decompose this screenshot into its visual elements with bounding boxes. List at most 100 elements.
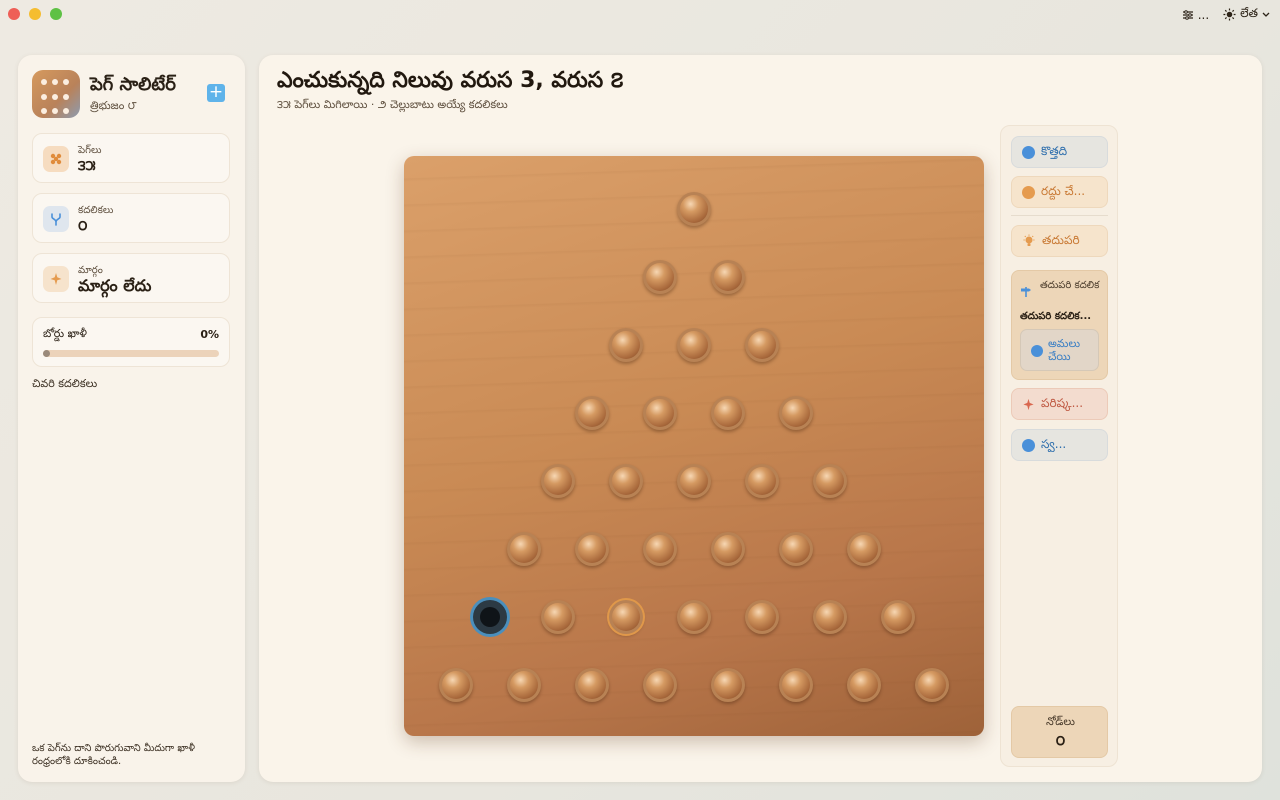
stat-card-pegs: పెగ్‌లు ౩౫ (32, 133, 230, 183)
main-panel: ఎంచుకున్నది నిలువు వరుస 3, వరుస ౭ ౩౫ పెగ… (259, 55, 1262, 782)
stat-label: కదలికలు (78, 205, 114, 216)
peg[interactable] (541, 464, 575, 498)
peg[interactable] (677, 464, 711, 498)
selected-peg[interactable] (609, 600, 643, 634)
peg[interactable] (745, 600, 779, 634)
refresh-icon (1022, 145, 1035, 159)
peg[interactable] (609, 464, 643, 498)
title-bar: ... లేత (0, 0, 1280, 30)
peg[interactable] (881, 600, 915, 634)
solve-button[interactable]: పరిష్క... (1011, 388, 1108, 420)
next-hint-button[interactable]: తదుపరి (1011, 225, 1108, 257)
page-title: ఎంచుకున్నది నిలువు వరుస 3, వరుస ౭ (277, 68, 624, 93)
progress-percent: 0% (200, 328, 219, 341)
peg[interactable] (745, 328, 779, 362)
app-logo-icon (32, 70, 80, 118)
peg[interactable] (677, 328, 711, 362)
stat-card-path: మార్గం మార్గం లేదు (32, 253, 230, 303)
next-move-text: తదుపరి కదలిక... (1020, 311, 1092, 322)
peg[interactable] (677, 192, 711, 226)
solve-label: పరిష్క... (1041, 395, 1084, 410)
stat-label: పెగ్‌లు (78, 145, 102, 156)
tools-panel: కొత్తది రద్దు చే... తదుపరి తదుపరి కదలిక … (1000, 125, 1118, 767)
pegs-icon (43, 146, 69, 172)
peg[interactable] (643, 668, 677, 702)
undo-button[interactable]: రద్దు చే... (1011, 176, 1108, 208)
window-close-button[interactable] (8, 8, 20, 20)
sparkle-icon (1023, 398, 1034, 410)
peg[interactable] (575, 396, 609, 430)
peg[interactable] (711, 532, 745, 566)
peg[interactable] (915, 668, 949, 702)
add-game-button[interactable]: + (207, 84, 225, 102)
sun-icon (1223, 8, 1236, 21)
window-minimize-button[interactable] (29, 8, 41, 20)
peg[interactable] (711, 668, 745, 702)
recent-moves-title: చివరి కదలికలు (32, 377, 98, 390)
board-variant-label: త్రిభుజం ౮ (90, 99, 137, 112)
nodes-card: నోడ్‌లు ౦ (1011, 706, 1108, 758)
stat-card-moves: కదలికలు ౦ (32, 193, 230, 243)
peg[interactable] (847, 532, 881, 566)
play-icon (1022, 438, 1035, 452)
theme-menu-label: లేత (1240, 6, 1258, 20)
peg[interactable] (609, 328, 643, 362)
peg[interactable] (541, 600, 575, 634)
progress-label: బోర్డు ఖాళీ (43, 327, 87, 340)
peg[interactable] (813, 600, 847, 634)
peg[interactable] (677, 600, 711, 634)
divider (1011, 215, 1108, 216)
stat-value: మార్గం లేదు (78, 276, 152, 295)
peg[interactable] (779, 396, 813, 430)
peg[interactable] (847, 668, 881, 702)
peg[interactable] (779, 668, 813, 702)
progress-bar-fill (43, 350, 50, 357)
stat-value: ౩౫ (78, 158, 96, 174)
theme-menu-button[interactable]: లేత (1223, 6, 1270, 23)
chevron-down-icon (1262, 12, 1270, 17)
window-maximize-button[interactable] (50, 8, 62, 20)
peg[interactable] (575, 668, 609, 702)
undo-icon (1022, 185, 1035, 199)
status-subtitle: ౩౫ పెగ్‌లు మిగిలాయి · ౨ చెల్లుబాటు అయ్యే… (277, 98, 508, 111)
arrow-right-circle-icon (1031, 345, 1043, 357)
instructions-text: ఒక పెగ్‌ను దాని పొరుగువాని మీదుగా ఖాళీ ర… (32, 743, 195, 767)
sparkle-icon (43, 266, 69, 292)
peg[interactable] (643, 396, 677, 430)
nodes-value: ౦ (1055, 733, 1066, 749)
next-hint-label: తదుపరి (1042, 232, 1080, 247)
game-board (404, 156, 984, 736)
sidebar: పెగ్ సాలిటేర్ త్రిభుజం ౮ + పెగ్‌లు ౩౫ కద… (18, 55, 245, 782)
sliders-icon (1182, 9, 1193, 20)
new-game-label: కొత్తది (1041, 143, 1068, 158)
peg[interactable] (643, 532, 677, 566)
progress-bar (43, 350, 219, 357)
apply-move-label: అమలు చేయి (1048, 337, 1081, 363)
moves-icon (43, 206, 69, 232)
stat-value: ౦ (78, 218, 88, 234)
new-game-button[interactable]: కొత్తది (1011, 136, 1108, 168)
peg[interactable] (711, 260, 745, 294)
autoplay-button[interactable]: స్వ... (1011, 429, 1108, 461)
peg[interactable] (745, 464, 779, 498)
lightbulb-icon (1023, 234, 1035, 246)
peg[interactable] (813, 464, 847, 498)
settings-menu-button[interactable]: ... (1182, 8, 1209, 22)
peg[interactable] (779, 532, 813, 566)
next-move-card: తదుపరి కదలిక తదుపరి కదలిక... అమలు చేయి (1011, 270, 1108, 380)
peg[interactable] (507, 532, 541, 566)
signpost-icon (1021, 287, 1031, 297)
peg[interactable] (575, 532, 609, 566)
peg[interactable] (643, 260, 677, 294)
peg[interactable] (439, 668, 473, 702)
board-clear-progress-card: బోర్డు ఖాళీ 0% (32, 317, 230, 367)
settings-menu-label: ... (1197, 7, 1210, 22)
autoplay-label: స్వ... (1041, 436, 1067, 451)
peg[interactable] (507, 668, 541, 702)
app-title: పెగ్ సాలిటేర్ (90, 74, 176, 95)
apply-move-button[interactable]: అమలు చేయి (1020, 329, 1099, 371)
next-move-title: తదుపరి కదలిక (1040, 280, 1100, 291)
peg[interactable] (711, 396, 745, 430)
undo-label: రద్దు చే... (1041, 183, 1086, 198)
empty-hole[interactable] (473, 600, 507, 634)
